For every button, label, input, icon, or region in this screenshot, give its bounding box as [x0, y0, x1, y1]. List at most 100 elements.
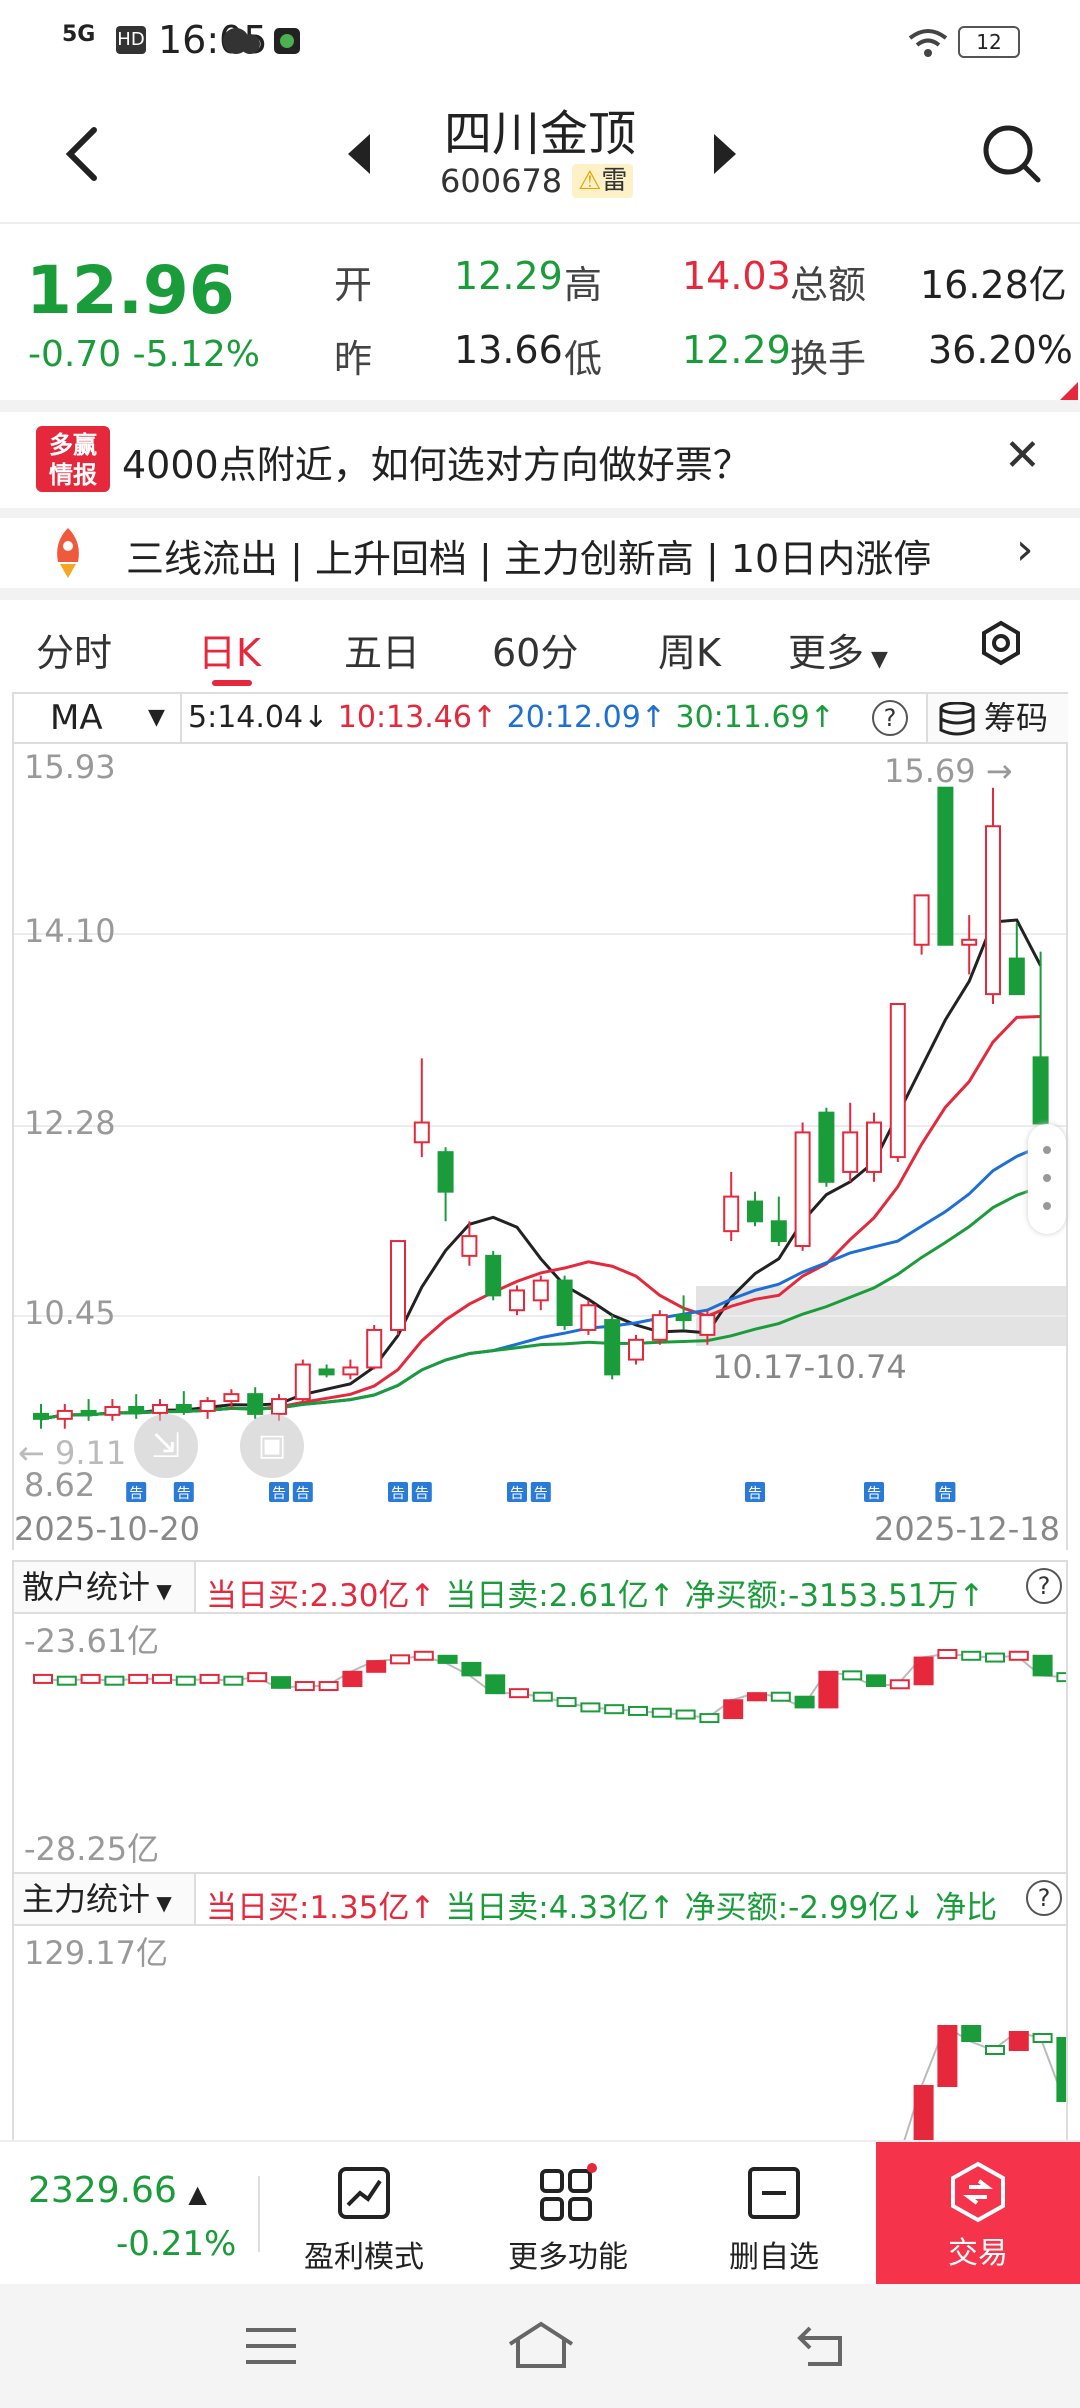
tab-weekly-k[interactable]: 周K	[658, 622, 721, 677]
tab-more[interactable]: 更多 ▼	[788, 622, 888, 677]
panel-bar	[628, 1705, 648, 1716]
candle-body	[699, 1314, 716, 1336]
main-chart[interactable]: 129.17亿	[12, 1926, 1068, 2140]
indicator-select[interactable]: MA ▼	[14, 694, 182, 742]
zone-label: 10.17-10.74	[712, 1348, 907, 1386]
panel-bar	[128, 1673, 149, 1684]
divider	[0, 588, 1080, 600]
panel-bar	[985, 1652, 1005, 1663]
retail-panel-select[interactable]: 散户统计 ▼	[14, 1562, 196, 1612]
candle-body	[247, 1393, 264, 1415]
help-icon[interactable]: ?	[872, 700, 908, 736]
candle-body	[628, 1338, 644, 1361]
candle-body	[104, 1405, 121, 1416]
y-tick-label: 10.45	[24, 1294, 116, 1332]
chip-label: 筹码	[984, 699, 1049, 737]
panel-bar	[794, 1695, 815, 1709]
main-net: 净买额:-2.99亿↓ 净比	[684, 1890, 998, 1926]
low-label: 低	[564, 337, 603, 381]
prev-label: 昨	[334, 337, 373, 381]
retail-panel-header: 散户统计 ▼ 当日买:2.30亿↑ 当日卖:2.61亿↑ 净买额:-3153.5…	[12, 1560, 1068, 1614]
caret-down-icon: ▼	[150, 1891, 172, 1915]
risk-tag[interactable]: ⚠雷	[572, 164, 634, 198]
kline-chart[interactable]: 告告告告告告告告告告告 15.93 14.10 12.28 10.45 8.62…	[12, 744, 1068, 1508]
stock-name: 四川金顶	[443, 106, 636, 162]
remove-watchlist-button[interactable]: 删自选	[704, 2158, 844, 2276]
panel-bar	[1008, 1650, 1029, 1661]
high-marker-value: 15.69	[884, 752, 976, 790]
tags-bar[interactable]: 三线流出 | 上升回档 | 主力创新高 | 10日内涨停 ›	[0, 520, 1080, 588]
panel-bar	[104, 1675, 125, 1686]
low-value: 12.29	[682, 328, 791, 372]
retail-chart[interactable]: -23.61亿 -28.25亿	[12, 1614, 1077, 1872]
candle-body	[318, 1368, 335, 1376]
more-menu-icon[interactable]	[1028, 1124, 1066, 1234]
back-icon[interactable]	[62, 124, 102, 184]
panel-bar	[271, 1676, 291, 1689]
retail-y-bottom: -28.25亿	[24, 1830, 160, 1868]
trade-icon	[951, 2161, 1005, 2223]
move-left-icon[interactable]: ⇲	[134, 1414, 198, 1478]
grid-icon	[540, 2163, 597, 2221]
more-functions-button[interactable]: 更多功能	[498, 2158, 638, 2276]
candle-body	[509, 1289, 525, 1312]
divider	[0, 508, 1080, 518]
panel-bar	[961, 2025, 982, 2042]
tab-timeshare[interactable]: 分时	[36, 622, 112, 677]
panel-bar	[1032, 2033, 1053, 2043]
rocket-icon	[57, 528, 79, 578]
back-nav-icon[interactable]	[796, 2324, 848, 2368]
panel-bar	[1056, 2037, 1066, 2102]
open-value: 12.29	[454, 254, 563, 298]
caret-down-icon: ▼	[148, 705, 165, 730]
trade-button[interactable]: 交易	[876, 2142, 1080, 2286]
ma-values: 5:14.04↓ 10:13.46↑ 20:12.09↑ 30:11.69↑	[188, 700, 835, 735]
main-y-top: 129.17亿	[24, 1934, 168, 1972]
close-icon[interactable]: ✕	[1004, 430, 1041, 481]
settings-icon[interactable]	[978, 620, 1024, 666]
ma20-value: 20:12.09↑	[506, 700, 666, 735]
candle-body	[80, 1409, 97, 1416]
panel-bar	[342, 1670, 363, 1688]
notice-label: 告	[867, 1486, 881, 1502]
zoom-icon[interactable]: ▣	[240, 1414, 304, 1478]
tab-five-day[interactable]: 五日	[344, 622, 420, 677]
battery-icon: 12	[958, 26, 1020, 58]
indicator-label: MA	[50, 698, 103, 738]
menu-icon[interactable]	[244, 2326, 298, 2366]
candle-body	[794, 1131, 811, 1247]
panel-bar	[889, 1679, 910, 1690]
candle-body	[1008, 957, 1025, 996]
turnover-value: 36.20%	[928, 328, 1073, 372]
panel-bar	[199, 1673, 220, 1684]
tags-text[interactable]: 三线流出 | 上升回档 | 主力创新高 | 10日内涨停	[126, 528, 996, 583]
tab-daily-k[interactable]: 日K	[198, 622, 261, 677]
chip-button[interactable]: 筹码	[926, 694, 1068, 742]
panel-bar	[556, 1697, 577, 1708]
panel-bar	[366, 1660, 387, 1673]
notice-label: 告	[296, 1486, 310, 1502]
profit-mode-button[interactable]: 盈利模式	[294, 2158, 434, 2276]
low-marker-value: 9.11	[54, 1434, 127, 1472]
candle-body	[1032, 1056, 1049, 1125]
next-stock-icon[interactable]	[710, 132, 740, 176]
panel-line	[903, 2024, 1066, 2140]
home-icon[interactable]	[506, 2320, 576, 2370]
news-text[interactable]: 4000点附近，如何选对方向做好票？	[122, 434, 751, 489]
main-svg	[903, 2024, 1066, 2140]
help-icon[interactable]: ?	[1026, 1880, 1062, 1916]
search-icon[interactable]	[980, 122, 1044, 186]
chevron-right-icon[interactable]: ›	[1016, 524, 1034, 575]
tab-60min[interactable]: 60分	[492, 622, 578, 677]
panel-bar	[675, 1709, 696, 1720]
panel-bar	[294, 1681, 315, 1692]
help-icon[interactable]: ?	[1026, 1568, 1062, 1604]
candle-body	[33, 1412, 49, 1420]
panel-bar	[651, 1707, 672, 1718]
main-panel-select[interactable]: 主力统计 ▼	[14, 1874, 196, 1924]
candle-body	[556, 1279, 573, 1327]
news-banner[interactable]: 多赢 情报 4000点附近，如何选对方向做好票？ ✕	[0, 412, 1080, 510]
notice-label: 告	[534, 1486, 548, 1502]
index-value[interactable]: 2329.66 ▲	[28, 2170, 207, 2211]
retail-buy: 当日买:2.30亿↑	[206, 1578, 436, 1614]
